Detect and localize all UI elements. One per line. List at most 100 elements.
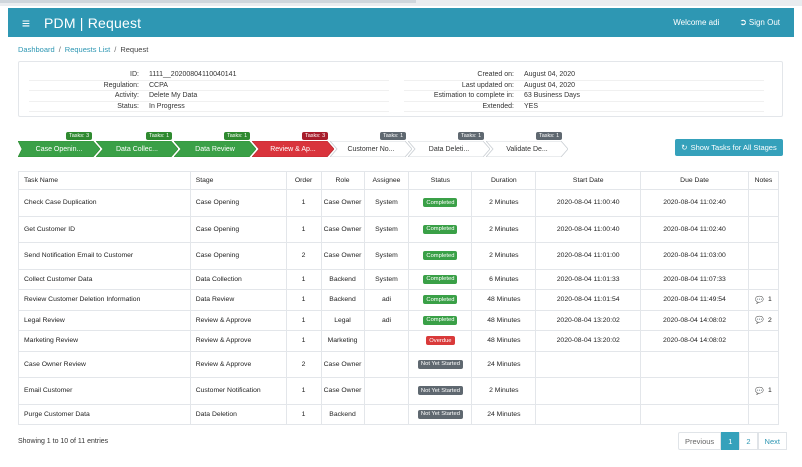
cell-task-name: Case Owner Review	[18, 350, 191, 378]
table-row[interactable]: Legal Review Review & Approve 1 Legal ad…	[18, 309, 780, 331]
stage-label: Data Collec...	[115, 145, 159, 153]
cell-duration: 24 Minutes	[471, 403, 537, 425]
status-badge: Completed	[423, 295, 458, 305]
cell-start-date: 2020-08-04 11:00:40	[535, 215, 642, 243]
stage-validate-deletion[interactable]: Tasks: 1 Validate De...	[486, 132, 568, 157]
breadcrumb-dashboard[interactable]: Dashboard	[18, 45, 55, 54]
cell-due-date: 2020-08-04 11:02:40	[640, 189, 749, 217]
cell-status: Completed	[408, 289, 473, 311]
stage-case-opening[interactable]: Tasks: 3 Case Openin...	[18, 132, 100, 157]
app-header: ≡ PDM | Request Welcome adi ➲ Sign Out	[8, 8, 794, 37]
cell-notes[interactable]: 💬 1	[747, 289, 780, 311]
info-label: Extended:	[482, 102, 514, 110]
table-row[interactable]: Send Notification Email to Customer Case…	[18, 242, 780, 270]
cell-start-date: 2020-08-04 13:20:02	[535, 309, 642, 331]
cell-notes[interactable]: 💬 2	[747, 309, 780, 331]
status-badge: Completed	[423, 198, 458, 208]
column-header-notes[interactable]: Notes	[747, 171, 780, 190]
notes-indicator[interactable]: 💬 1	[755, 296, 772, 304]
breadcrumb-requests-list[interactable]: Requests List	[65, 45, 110, 54]
cell-status: Completed	[408, 242, 473, 270]
hamburger-icon[interactable]: ≡	[8, 15, 44, 31]
table-row[interactable]: Email Customer Customer Notification 1 C…	[18, 377, 780, 405]
cell-duration: 2 Minutes	[471, 377, 537, 405]
stage-label: Customer No...	[347, 145, 395, 153]
stage-data-deletion[interactable]: Tasks: 1 Data Deleti...	[408, 132, 490, 157]
cell-start-date: 2020-08-04 11:00:40	[535, 189, 642, 217]
notes-indicator[interactable]: 💬 2	[755, 316, 772, 325]
column-header-order[interactable]: Order	[285, 171, 322, 190]
sign-out-button[interactable]: ➲ Sign Out	[739, 17, 780, 28]
cell-notes	[747, 242, 780, 270]
table-row[interactable]: Marketing Review Review & Approve 1 Mark…	[18, 330, 780, 352]
cell-order: 1	[285, 215, 322, 243]
page-button-2[interactable]: 2	[739, 432, 758, 450]
table-row[interactable]: Case Owner Review Review & Approve 2 Cas…	[18, 350, 780, 378]
column-header-assignee[interactable]: Assignee	[363, 171, 410, 190]
info-row-regulation: Regulation: CCPA	[29, 81, 389, 91]
status-badge: Completed	[423, 274, 458, 284]
info-row-created: Created on: August 04, 2020	[404, 70, 764, 81]
cell-notes	[747, 268, 780, 290]
cell-duration: 2 Minutes	[471, 189, 537, 217]
next-page-button[interactable]: Next	[757, 432, 787, 450]
info-label: Created on:	[477, 71, 514, 79]
info-row-activity: Activity: Delete My Data	[29, 91, 389, 102]
cell-start-date: 2020-08-04 11:01:54	[535, 289, 642, 311]
cell-order: 1	[285, 330, 322, 352]
table-row[interactable]: Purge Customer Data Data Deletion 1 Back…	[18, 403, 780, 425]
previous-page-button[interactable]: Previous	[678, 432, 722, 450]
cell-duration: 48 Minutes	[471, 289, 537, 311]
status-badge: Completed	[423, 251, 458, 261]
column-header-stage[interactable]: Stage	[189, 171, 287, 190]
cell-assignee: System	[363, 268, 410, 290]
column-header-start-date[interactable]: Start Date	[535, 171, 642, 190]
column-header-due-date[interactable]: Due Date	[640, 171, 749, 190]
entries-summary: Showing 1 to 10 of 11 entries	[18, 438, 109, 445]
column-header-duration[interactable]: Duration	[471, 171, 537, 190]
cell-status: Completed	[408, 309, 473, 331]
notes-count: 1	[767, 296, 772, 304]
info-value: August 04, 2020	[524, 71, 575, 79]
cell-role: Legal	[320, 309, 365, 331]
show-all-tasks-button[interactable]: ↻ Show Tasks for All Stages	[675, 139, 783, 156]
table-row[interactable]: Review Customer Deletion Information Dat…	[18, 289, 780, 311]
cell-role: Marketing	[320, 330, 365, 352]
stage-data-review[interactable]: Tasks: 1 Data Review	[174, 132, 256, 157]
cell-duration: 2 Minutes	[471, 215, 537, 243]
cell-task-name: Send Notification Email to Customer	[18, 242, 191, 270]
table-header-row: Task Name Stage Order Role Assignee Stat…	[18, 171, 780, 190]
info-label: Status:	[117, 102, 139, 110]
top-strip	[0, 0, 802, 6]
cell-status: Completed	[408, 215, 473, 243]
column-header-task-name[interactable]: Task Name	[18, 171, 191, 190]
notes-indicator[interactable]: 💬 1	[755, 387, 772, 395]
breadcrumb-current: Request	[120, 45, 149, 54]
status-badge: Not Yet Started	[417, 386, 463, 396]
table-row[interactable]: Check Case Duplication Case Opening 1 Ca…	[18, 189, 780, 217]
stage-review-approve[interactable]: Tasks: 3 Review & Ap...	[252, 132, 334, 157]
cell-task-name: Review Customer Deletion Information	[18, 289, 191, 311]
cell-order: 1	[285, 377, 322, 405]
info-value: August 04, 2020	[524, 81, 575, 89]
cell-stage: Data Review	[189, 289, 287, 311]
cell-due-date: 2020-08-04 11:03:00	[640, 242, 749, 270]
cell-role: Case Owner	[320, 377, 365, 405]
table-row[interactable]: Get Customer ID Case Opening 1 Case Owne…	[18, 215, 780, 243]
notes-count: 1	[767, 387, 772, 395]
show-all-tasks-label: Show Tasks for All Stages	[690, 143, 777, 152]
cell-start-date	[535, 350, 642, 378]
tasks-table: Task Name Stage Order Role Assignee Stat…	[18, 171, 780, 425]
cell-stage: Data Collection	[189, 268, 287, 290]
column-header-role[interactable]: Role	[320, 171, 365, 190]
info-value: Delete My Data	[149, 92, 198, 100]
column-header-status[interactable]: Status	[408, 171, 473, 190]
status-badge: Not Yet Started	[417, 359, 463, 369]
cell-notes[interactable]: 💬 1	[747, 377, 780, 405]
cell-role: Backend	[320, 268, 365, 290]
page-button-1[interactable]: 1	[721, 432, 740, 450]
info-row-id: ID: 1111__20200804110040141	[29, 70, 389, 81]
stage-customer-notification[interactable]: Tasks: 1 Customer No...	[330, 132, 412, 157]
table-row[interactable]: Collect Customer Data Data Collection 1 …	[18, 268, 780, 290]
stage-data-collection[interactable]: Tasks: 1 Data Collec...	[96, 132, 178, 157]
